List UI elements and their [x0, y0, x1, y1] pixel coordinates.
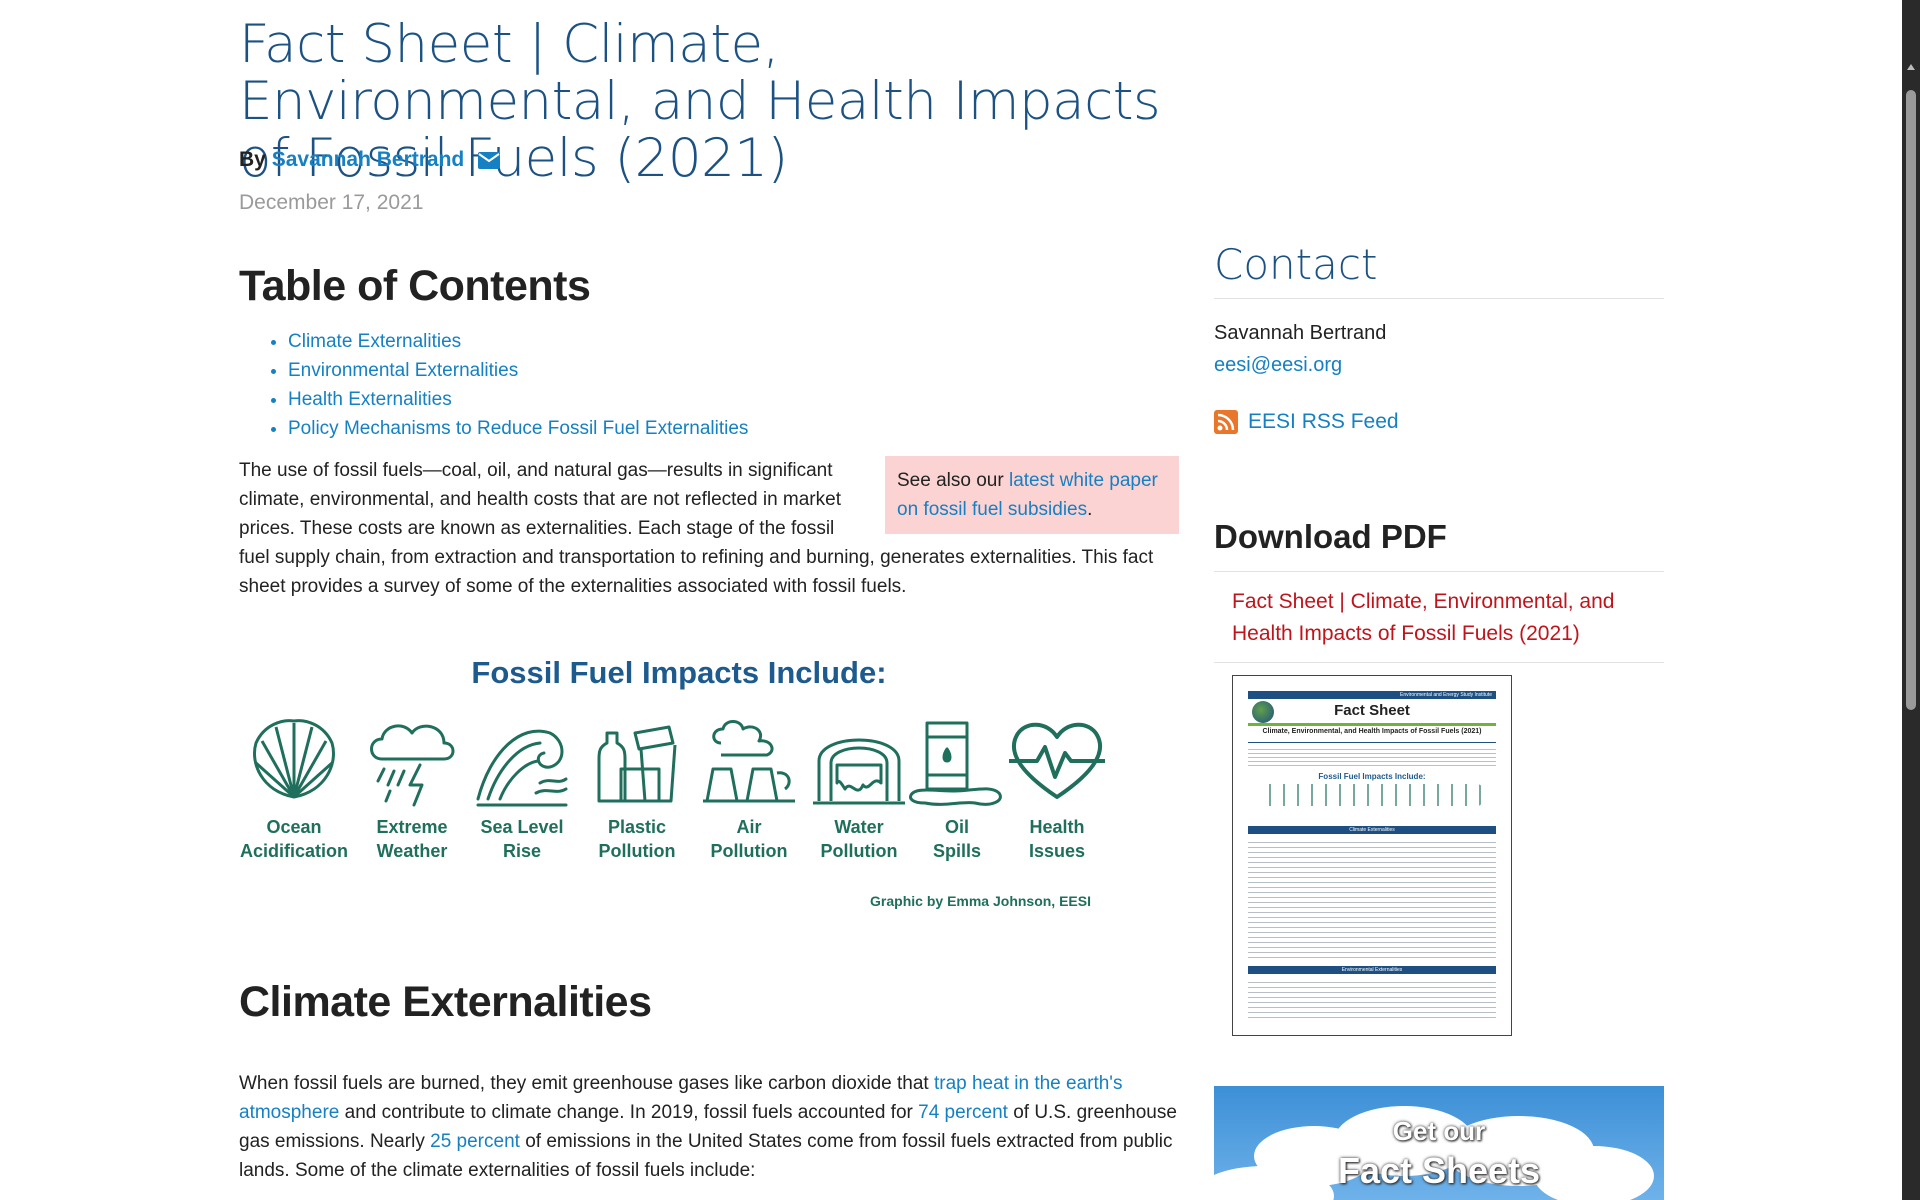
water-drain-icon [813, 738, 905, 805]
banner-line2: Fact Sheets [1337, 1150, 1541, 1191]
impact-sea-level-rise: Sea Level Rise [467, 713, 577, 863]
contact-name: Savannah Bertrand [1214, 322, 1387, 344]
impact-label-line1: Extreme [376, 817, 448, 837]
toc-list: Climate Externalities Environmental Exte… [264, 327, 748, 443]
impact-label-line1: Water [834, 817, 884, 837]
toc-item: Climate Externalities [288, 327, 748, 356]
toc-link-policy[interactable]: Policy Mechanisms to Reduce Fossil Fuel … [288, 418, 748, 439]
impact-plastic-pollution: Plastic Pollution [582, 713, 692, 863]
fact-sheets-banner[interactable]: Get our Fact Sheets [1214, 1086, 1664, 1200]
thumb-section2: Environmental Externalities [1248, 966, 1496, 974]
divider [1214, 298, 1664, 299]
oil-barrel-icon [909, 721, 1002, 806]
toc-heading: Table of Contents [239, 262, 591, 310]
impact-oil-spills: Oil Spills [902, 713, 1012, 863]
author-link[interactable]: Savannah Bertrand [272, 148, 465, 171]
toc-link-environmental[interactable]: Environmental Externalities [288, 360, 518, 381]
thumb-impacts-title: Fossil Fuel Impacts Include: [1318, 772, 1426, 781]
impact-label-line2: Weather [376, 841, 448, 861]
download-heading: Download PDF [1214, 518, 1447, 555]
banner-line1: Get our [1392, 1116, 1486, 1146]
impact-label-line1: Ocean [266, 817, 322, 837]
rss-feed-link[interactable]: EESI RSS Feed [1248, 410, 1399, 433]
heartbeat-icon [1009, 722, 1105, 799]
byline: By Savannah Bertrand [239, 148, 501, 175]
note-suffix: . [1087, 499, 1093, 520]
scrollbar-thumb[interactable] [1906, 90, 1916, 710]
impact-label-line1: Plastic [607, 817, 667, 837]
toc-link-health[interactable]: Health Externalities [288, 389, 452, 410]
thumb-text-lines [1248, 746, 1496, 768]
impact-label-line1: Air [736, 817, 762, 837]
percent-25-link[interactable]: 25 percent [430, 1131, 520, 1152]
rss-feed: EESI RSS Feed [1214, 410, 1399, 434]
see-also-note: See also our latest white paper on fossi… [885, 456, 1179, 534]
impact-label-line2: Spills [932, 841, 981, 861]
thumb-subtitle: Climate, Environmental, and Health Impac… [1262, 728, 1482, 735]
impacts-graphic: Fossil Fuel Impacts Include: Ocean Acidif… [239, 655, 1119, 915]
thumb-icons [1263, 784, 1483, 806]
thumb-header-bar: Environmental and Energy Study Institute [1248, 691, 1496, 699]
impact-label-line2: Pollution [598, 841, 676, 861]
publish-date: December 17, 2021 [239, 191, 424, 214]
thumb-header-text: Environmental and Energy Study Institute [1400, 692, 1492, 698]
climate-heading: Climate Externalities [239, 978, 652, 1026]
thumb-text-lines [1248, 978, 1496, 1022]
toc-item: Environmental Externalities [288, 356, 748, 385]
pdf-download-link[interactable]: Fact Sheet | Climate, Environmental, and… [1232, 586, 1652, 650]
toc-item: Health Externalities [288, 385, 748, 414]
impact-label-line2: Issues [1028, 841, 1086, 861]
rss-icon[interactable] [1214, 410, 1238, 434]
intro-section: See also our latest white paper on fossi… [239, 456, 1179, 601]
climate-text-1: When fossil fuels are burned, they emit … [239, 1073, 934, 1094]
toc-link-climate[interactable]: Climate Externalities [288, 331, 461, 352]
impact-label-line1: Sea Level [480, 817, 564, 837]
impact-extreme-weather: Extreme Weather [357, 713, 467, 863]
factory-icon [703, 720, 795, 803]
impact-label-line1: Oil [944, 817, 969, 837]
contact-heading: Contact [1214, 240, 1378, 289]
storm-cloud-icon [370, 724, 455, 807]
impact-label-line2: Rise [502, 841, 542, 861]
graphic-credit: Graphic by Emma Johnson, EESI [870, 893, 1091, 909]
climate-text-2: and contribute to climate change. In 201… [339, 1102, 919, 1123]
divider [1214, 662, 1664, 663]
shell-icon [253, 719, 335, 799]
impact-label-line2: Acidification [239, 841, 348, 861]
thumb-rule [1248, 742, 1496, 743]
toc-item: Policy Mechanisms to Reduce Fossil Fuel … [288, 414, 748, 443]
page-scrollbar[interactable] [1902, 0, 1920, 1200]
impact-water-pollution: Water Pollution [804, 713, 914, 863]
thumb-text-lines [1248, 838, 1496, 958]
graphic-title: Fossil Fuel Impacts Include: [471, 655, 887, 690]
climate-paragraph: When fossil fuels are burned, they emit … [239, 1069, 1179, 1185]
thumb-section1: Climate Externalities [1248, 826, 1496, 834]
pdf-thumbnail[interactable]: Environmental and Energy Study Institute… [1232, 675, 1512, 1036]
impact-label-line2: Pollution [820, 841, 898, 861]
contact-email-link[interactable]: eesi@eesi.org [1214, 354, 1342, 377]
divider [1214, 571, 1664, 572]
plastic-bottle-icon [597, 725, 677, 803]
wave-icon [476, 729, 568, 807]
note-prefix: See also our [897, 470, 1009, 491]
thumb-title: Fact Sheet [1334, 702, 1410, 719]
impact-air-pollution: Air Pollution [694, 713, 804, 863]
percent-74-link[interactable]: 74 percent [918, 1102, 1008, 1123]
impact-label-line2: Pollution [710, 841, 788, 861]
envelope-icon[interactable] [478, 151, 501, 175]
impact-ocean-acidification: Ocean Acidification [239, 713, 349, 863]
thumb-title-bar: Fact Sheet [1248, 699, 1496, 726]
impact-label-line1: Health [1029, 817, 1085, 837]
by-label: By [239, 148, 266, 171]
impact-health-issues: Health Issues [1002, 713, 1112, 863]
scroll-up-arrow[interactable] [1907, 64, 1915, 70]
